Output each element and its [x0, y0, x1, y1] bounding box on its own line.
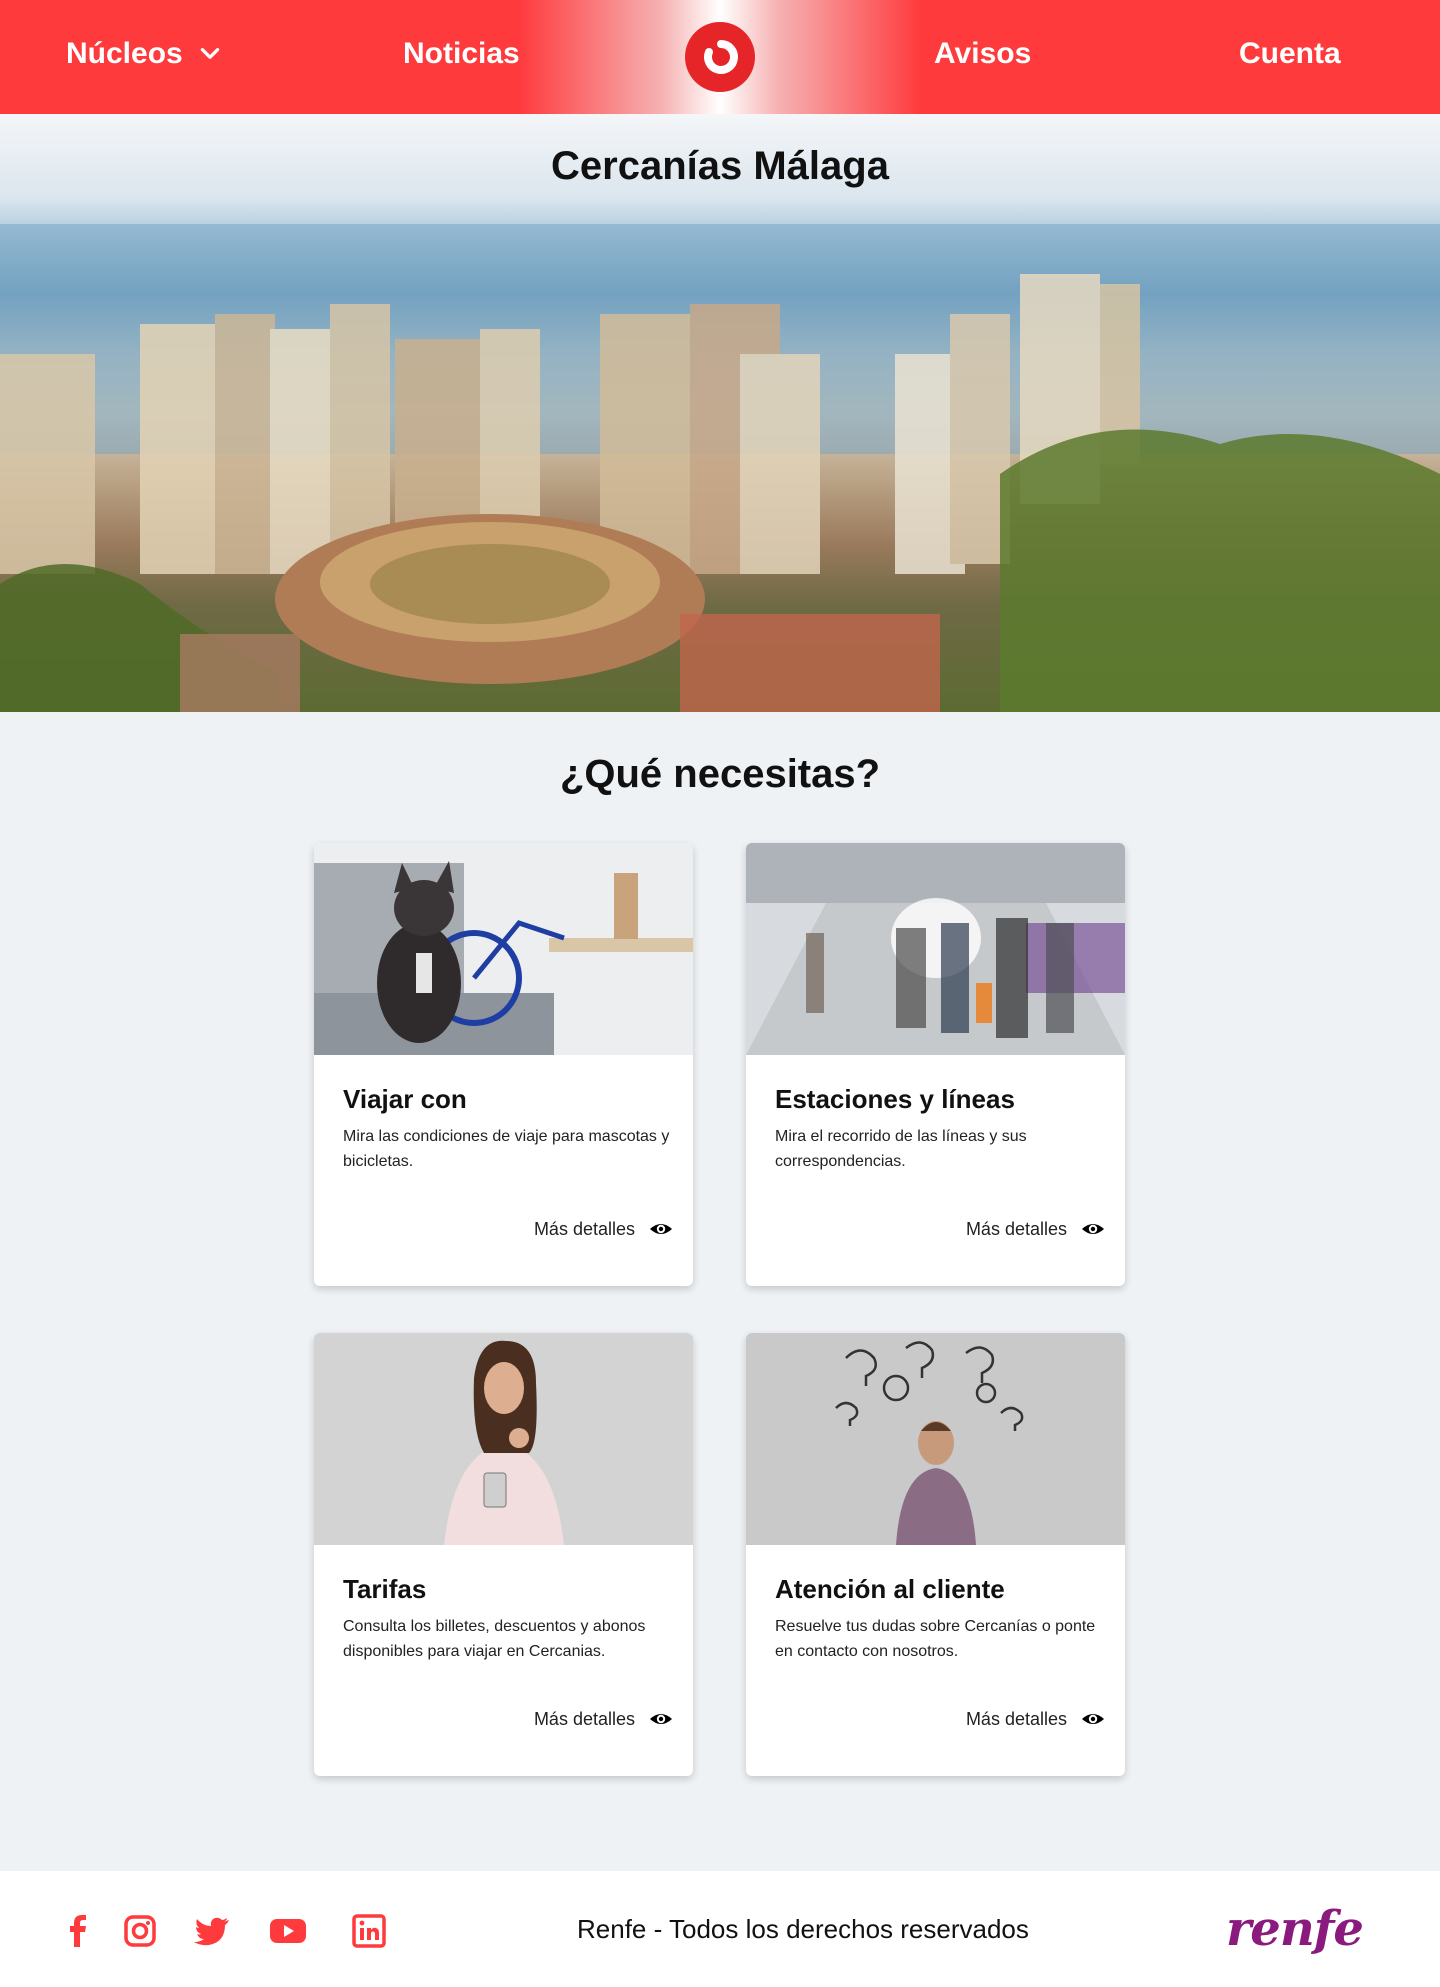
card-image-woman-phone [314, 1333, 693, 1545]
mas-detalles-label: Más detalles [965, 1218, 1067, 1239]
twitter-icon[interactable] [192, 1911, 232, 1951]
card-title: Atención al cliente [775, 1574, 1005, 1604]
youtube-icon[interactable] [268, 1911, 308, 1951]
hero-title: Cercanías Málaga [551, 144, 889, 188]
nav-cuenta[interactable]: Cuenta [1239, 34, 1341, 74]
facebook-icon[interactable] [58, 1911, 98, 1951]
card-title: Estaciones y líneas [775, 1084, 1015, 1114]
nav-noticias[interactable]: Noticias [403, 34, 520, 74]
eye-icon [1082, 1224, 1104, 1234]
linkedin-icon[interactable] [349, 1911, 389, 1951]
hero-banner: Cercanías Málaga [0, 114, 1440, 712]
nav-avisos[interactable]: Avisos [934, 34, 1031, 74]
card-atencion-cliente[interactable]: Atención al cliente Resuelve tus dudas s… [746, 1333, 1125, 1776]
eye-icon [1082, 1714, 1104, 1724]
card-image-man-questions [746, 1333, 1125, 1545]
renfe-logo-icon[interactable] [685, 22, 755, 92]
card-image-dog-bike [314, 843, 693, 1055]
mas-detalles-link[interactable]: Más detalles [534, 1217, 673, 1241]
mas-detalles-link[interactable]: Más detalles [966, 1217, 1105, 1241]
mas-detalles-link[interactable]: Más detalles [966, 1707, 1105, 1731]
card-description: Resuelve tus dudas sobre Cercanías o pon… [775, 1618, 1096, 1660]
card-title: Viajar con [343, 1084, 467, 1114]
card-tarifas[interactable]: Tarifas Consulta los billetes, descuento… [314, 1333, 693, 1776]
mas-detalles-label: Más detalles [533, 1218, 635, 1239]
copyright-text: Renfe - Todos los derechos reservados [577, 1914, 1029, 1944]
nav-nucleos[interactable]: Núcleos [66, 34, 223, 74]
card-description: Consulta los billetes, descuentos y abon… [343, 1618, 646, 1660]
card-title: Tarifas [343, 1574, 427, 1604]
footer: Renfe - Todos los derechos reservados re… [0, 1871, 1440, 1987]
section-heading: ¿Qué necesitas? [559, 752, 881, 796]
mas-detalles-label: Más detalles [965, 1708, 1067, 1729]
card-viajar-con[interactable]: Viajar con Mira las condiciones de viaje… [314, 843, 693, 1286]
malaga-cityscape-image [0, 224, 1440, 712]
eye-icon [650, 1714, 672, 1724]
card-description: Mira las condiciones de viaje para masco… [343, 1128, 670, 1170]
instagram-icon[interactable] [120, 1911, 160, 1951]
card-description: Mira el recorrido de las líneas y sus co… [775, 1128, 1027, 1170]
chevron-down-icon [200, 48, 219, 59]
top-navigation: Núcleos Noticias Avisos Cuenta [0, 0, 1440, 114]
renfe-brand-logo[interactable]: renfe [1226, 1901, 1364, 1957]
eye-icon [650, 1224, 672, 1234]
nav-nucleos-label: Núcleos [66, 37, 183, 70]
card-estaciones-lineas[interactable]: Estaciones y líneas Mira el recorrido de… [746, 843, 1125, 1286]
mas-detalles-label: Más detalles [533, 1708, 635, 1729]
mas-detalles-link[interactable]: Más detalles [534, 1707, 673, 1731]
card-image-station [746, 843, 1125, 1055]
